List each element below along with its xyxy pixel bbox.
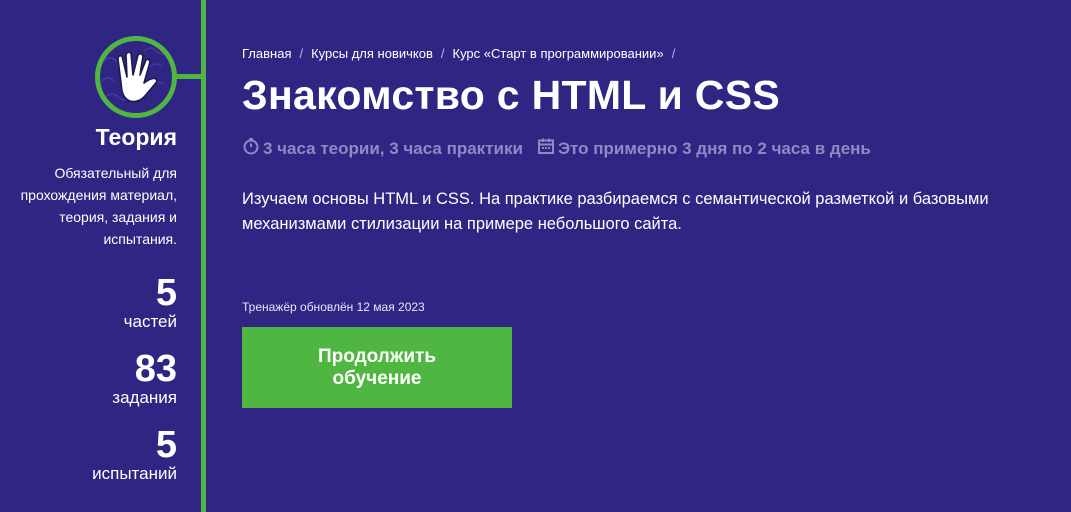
breadcrumb-separator: / — [440, 46, 445, 61]
sidebar-title: Теория — [95, 124, 177, 150]
stat-label: испытаний — [92, 464, 177, 483]
schedule-text: Это примерно 3 дня по 2 часа в день — [557, 138, 871, 158]
breadcrumb-course[interactable]: Курс «Старт в программировании» — [453, 46, 664, 61]
stat-label: частей — [123, 312, 177, 331]
calendar-icon — [537, 137, 555, 160]
stat-tests: 5 испытаний — [0, 426, 177, 484]
page-title: Знакомство с HTML и CSS — [242, 72, 780, 118]
sidebar-description: Обязательный для прохождения материал, т… — [20, 165, 177, 247]
vulcan-salute-hand-icon — [101, 47, 169, 103]
stat-value: 5 — [155, 272, 177, 314]
stopwatch-icon — [242, 137, 260, 160]
schedule-info: Это примерно 3 дня по 2 часа в день — [537, 137, 871, 160]
duration-text: 3 часа теории, 3 часа практики — [263, 138, 523, 158]
breadcrumb: Главная / Курсы для новичков / Курс «Старт в… — [242, 46, 683, 61]
breadcrumb-home[interactable]: Главная — [242, 46, 291, 61]
course-description: Изучаем основы HTML и CSS. На практике р… — [242, 190, 989, 233]
stat-parts: 5 частей — [0, 274, 177, 332]
stat-value: 83 — [134, 348, 177, 390]
theory-badge — [95, 36, 177, 118]
breadcrumb-separator: / — [299, 46, 304, 61]
sidebar: Теория Обязательный для прохождения мате… — [0, 122, 177, 483]
course-meta: 3 часа теории, 3 часа практики Это приме… — [242, 137, 885, 160]
breadcrumb-beginner-courses[interactable]: Курсы для новичков — [311, 46, 433, 61]
breadcrumb-separator: / — [671, 46, 676, 61]
stat-tasks: 83 задания — [0, 350, 177, 408]
stat-label: задания — [112, 388, 177, 407]
stat-value: 5 — [155, 424, 177, 466]
updated-date: Тренажёр обновлён 12 мая 2023 — [242, 300, 425, 314]
continue-learning-button[interactable]: Продолжить обучение — [242, 327, 512, 408]
duration-info: 3 часа теории, 3 часа практики — [242, 137, 523, 160]
